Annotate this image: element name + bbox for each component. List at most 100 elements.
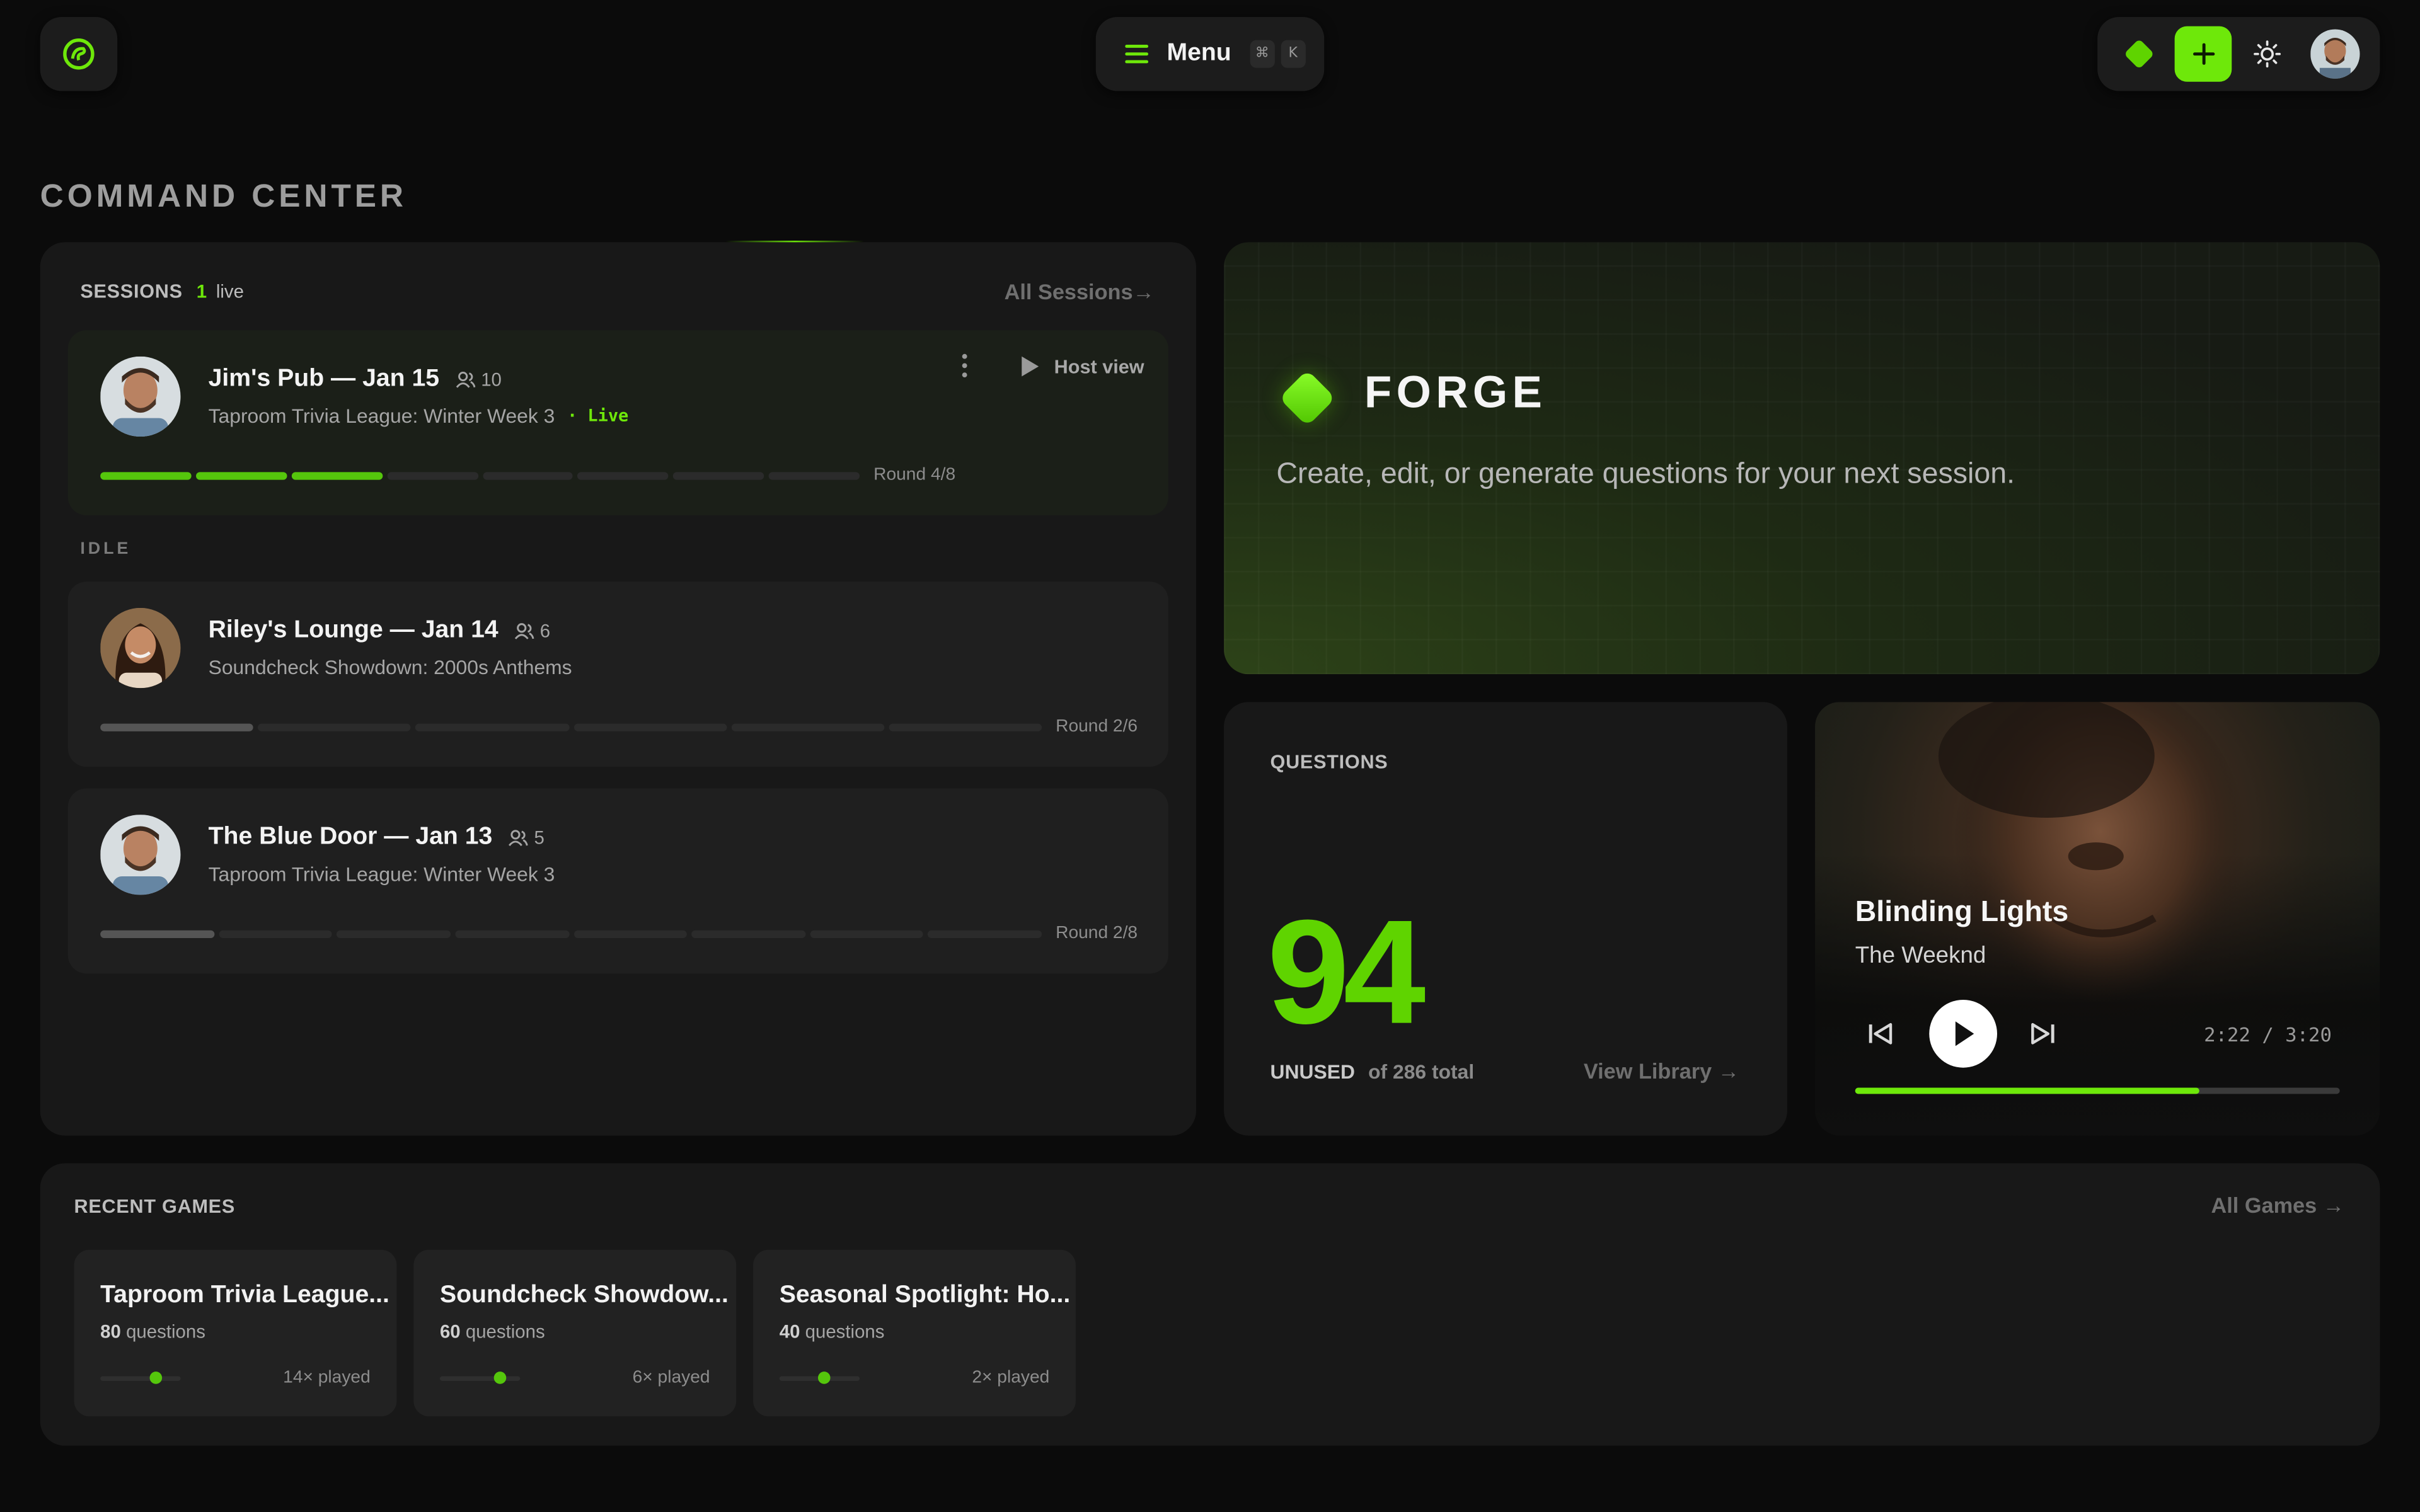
logo-button[interactable] [40, 16, 118, 91]
session-card-live[interactable]: Jim's Pub — Jan 15 10 Taproom Trivia Lea… [67, 330, 1168, 515]
round-segment [673, 472, 764, 480]
recent-games-label: RECENT GAMES [74, 1195, 236, 1218]
game-title: Taproom Trivia League... [100, 1282, 389, 1309]
game-card[interactable]: Taproom Trivia League... 80 questions 14… [74, 1249, 397, 1417]
next-button[interactable] [2029, 1021, 2056, 1053]
round-segment [100, 930, 214, 938]
playback-time: 2:22 / 3:20 [2204, 1022, 2332, 1046]
forge-card[interactable]: FORGE Create, edit, or generate question… [1224, 242, 2380, 675]
player-count: 10 [455, 369, 502, 391]
game-slider [439, 1372, 521, 1384]
track-title: Blinding Lights [1855, 896, 2069, 929]
game-question-count: 80 questions [100, 1320, 205, 1343]
users-icon [514, 623, 534, 639]
player-count: 6 [514, 620, 550, 642]
add-button[interactable] [2174, 26, 2232, 82]
idle-label: IDLE [80, 540, 132, 559]
round-segment [337, 930, 451, 938]
view-library-link[interactable]: View Library → [1584, 1058, 1739, 1083]
menu-label: Menu [1167, 40, 1231, 67]
round-segment [889, 723, 1042, 731]
accent-line [725, 241, 865, 243]
game-played: 6× played [632, 1368, 710, 1387]
previous-button[interactable] [1867, 1021, 1894, 1053]
round-segment [291, 472, 383, 480]
round-segment [928, 930, 1042, 938]
round-label: Round 2/6 [1056, 717, 1138, 736]
game-played: 2× played [972, 1368, 1050, 1387]
round-segment [768, 472, 860, 480]
all-sessions-link[interactable]: All Sessions→ [1005, 279, 1155, 304]
sun-icon [2254, 40, 2281, 68]
playback-progress[interactable] [1855, 1087, 2340, 1094]
session-card-idle[interactable]: Riley's Lounge — Jan 14 6 Soundcheck Sho… [67, 581, 1168, 767]
unused-summary: UNUSED of 286 total [1270, 1060, 1475, 1084]
host-view-button[interactable]: Host view [1018, 355, 1144, 378]
recent-games-panel: RECENT GAMES All Games → Taproom Trivia … [40, 1163, 2380, 1446]
player-count: 5 [508, 827, 544, 849]
slider-dot [493, 1372, 507, 1384]
game-played: 14× played [283, 1368, 371, 1387]
round-segment [577, 472, 669, 480]
sessions-label: SESSIONS [80, 280, 183, 303]
session-card-idle[interactable]: The Blue Door — Jan 13 5 Taproom Trivia … [67, 788, 1168, 974]
round-segment [573, 723, 727, 731]
top-actions [2097, 16, 2380, 91]
host-avatar [100, 356, 181, 437]
round-progress [100, 930, 1042, 938]
round-progress [100, 472, 860, 480]
diamond-icon [1279, 369, 1336, 427]
previous-icon [1869, 1022, 1893, 1045]
questions-panel: QUESTIONS 94 UNUSED of 286 total View Li… [1224, 702, 1787, 1136]
more-options-button[interactable] [959, 352, 971, 379]
game-question-count: 60 questions [439, 1320, 545, 1343]
hamburger-icon [1125, 45, 1149, 64]
game-slider [779, 1372, 860, 1384]
game-title: Seasonal Spotlight: Ho... [779, 1282, 1071, 1309]
session-title: Riley's Lounge — Jan 14 [208, 617, 498, 644]
kebab-icon [962, 353, 967, 378]
session-title: The Blue Door — Jan 13 [208, 823, 493, 850]
logo-icon [63, 38, 95, 70]
round-segment [482, 472, 573, 480]
round-segment [731, 723, 884, 731]
play-icon [1022, 356, 1039, 377]
game-card[interactable]: Seasonal Spotlight: Ho... 40 questions 2… [753, 1249, 1076, 1417]
shortcut-k-key: K [1281, 40, 1306, 68]
menu-button[interactable]: Menu ⌘ K [1095, 16, 1325, 91]
questions-label: QUESTIONS [1270, 751, 1388, 773]
user-avatar[interactable] [2310, 29, 2360, 79]
forge-subtitle: Create, edit, or generate questions for … [1276, 458, 2015, 491]
round-segment [691, 930, 805, 938]
round-segment [415, 723, 569, 731]
host-avatar [100, 607, 181, 689]
round-segment [573, 930, 688, 938]
all-games-link[interactable]: All Games → [2211, 1193, 2344, 1217]
host-avatar [100, 815, 181, 895]
shortcut-cmd-key: ⌘ [1250, 40, 1275, 68]
round-segment [386, 472, 478, 480]
forge-title: FORGE [1364, 369, 1547, 418]
round-segment [100, 472, 192, 480]
game-card[interactable]: Soundcheck Showdow... 60 questions 6× pl… [413, 1249, 737, 1417]
play-button[interactable] [1929, 999, 1998, 1068]
slider-dot [150, 1372, 163, 1384]
session-subtitle: Taproom Trivia League: Winter Week 3 [208, 862, 555, 886]
play-icon [1955, 1021, 1974, 1046]
session-subtitle: Taproom Trivia League: Winter Week 3 [208, 404, 555, 428]
playback-progress-fill [1855, 1087, 2199, 1094]
theme-toggle[interactable] [2252, 38, 2283, 69]
slider-dot [817, 1372, 830, 1384]
users-icon [509, 830, 528, 847]
round-label: Round 4/8 [873, 466, 956, 484]
diamond-icon[interactable] [2124, 38, 2155, 69]
page-title: COMMAND CENTER [40, 179, 407, 215]
live-word: live [216, 280, 244, 303]
session-title: Jim's Pub — Jan 15 [208, 365, 440, 392]
round-label: Round 2/8 [1056, 924, 1138, 943]
plus-icon [2192, 43, 2215, 65]
track-artist: The Weeknd [1855, 942, 1986, 969]
round-segment [218, 930, 333, 938]
round-segment [195, 472, 287, 480]
game-question-count: 40 questions [779, 1320, 885, 1343]
